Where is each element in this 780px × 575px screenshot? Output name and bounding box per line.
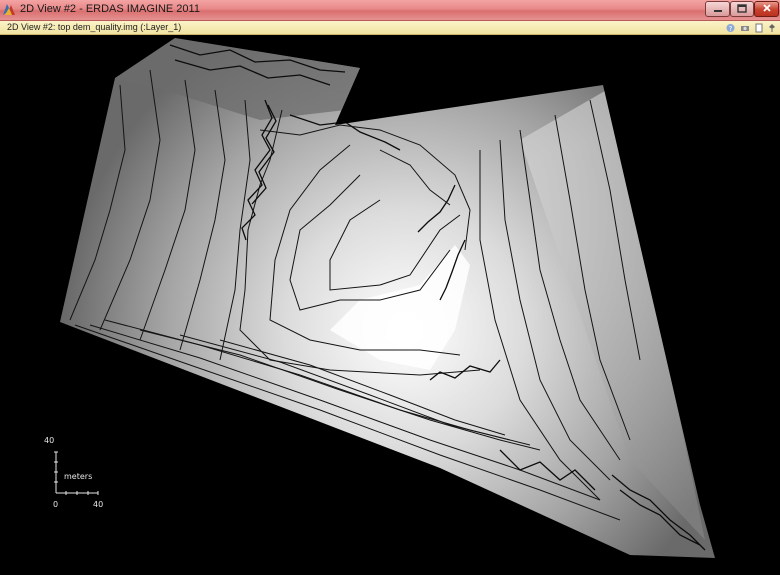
maximize-icon	[737, 0, 747, 18]
minimize-button[interactable]	[705, 1, 730, 17]
map-canvas[interactable]: 40 meters 0 40	[0, 35, 780, 575]
close-icon	[762, 0, 772, 18]
title-bar[interactable]: 2D View #2 - ERDAS IMAGINE 2011	[0, 0, 780, 21]
minimize-icon	[713, 0, 723, 18]
camera-icon[interactable]	[740, 23, 750, 33]
erdas-logo-icon[interactable]	[2, 2, 16, 16]
pin-icon[interactable]	[768, 23, 776, 33]
svg-text:?: ?	[729, 25, 733, 33]
scale-vertical-label: 40	[44, 436, 55, 445]
scale-origin-label: 0	[53, 500, 59, 509]
viewer-tab-tools: ?	[726, 21, 776, 34]
scale-horizontal-label: 40	[93, 500, 104, 509]
app-window: 2D View #2 - ERDAS IMAGINE 2011 2D View …	[0, 0, 780, 575]
window-title: 2D View #2 - ERDAS IMAGINE 2011	[20, 3, 200, 15]
close-button[interactable]	[754, 1, 779, 17]
viewer-tab[interactable]: 2D View #2: top dem_quality.img (:Layer_…	[0, 21, 780, 35]
scale-bar-labels: 40 meters 0 40	[0, 35, 120, 509]
document-icon[interactable]	[755, 23, 763, 33]
maximize-button[interactable]	[730, 1, 754, 17]
viewer-tab-label: 2D View #2: top dem_quality.img (:Layer_…	[7, 22, 182, 32]
dem-raster	[54, 38, 715, 558]
help-icon[interactable]: ?	[726, 23, 735, 33]
scale-unit-label: meters	[64, 472, 93, 481]
